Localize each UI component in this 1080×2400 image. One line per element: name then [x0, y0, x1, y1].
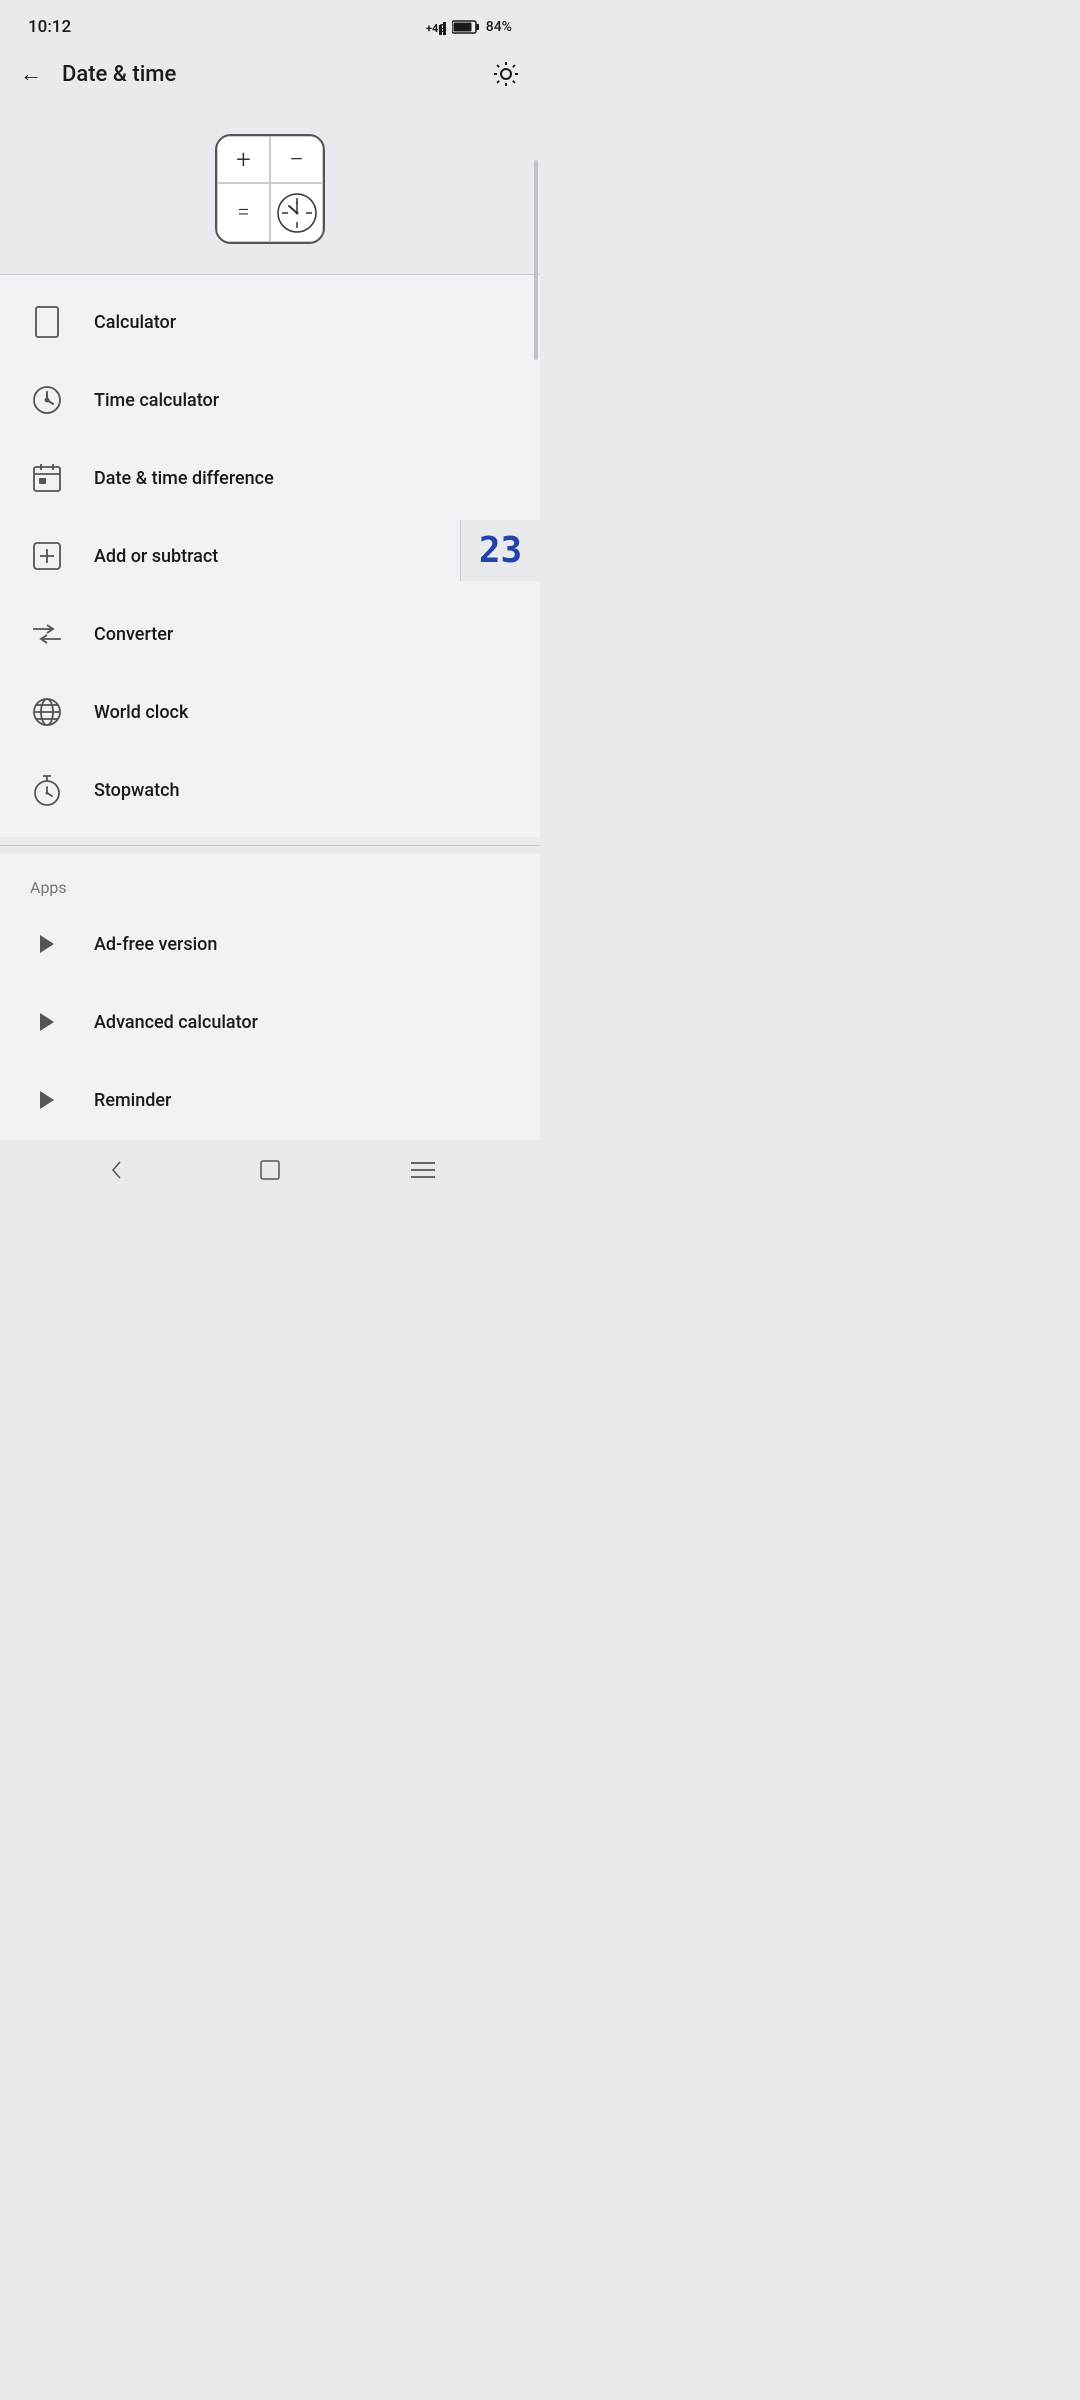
apps-section: Apps Ad-free version Advanced calculator… — [0, 854, 540, 1147]
stopwatch-icon — [30, 773, 64, 807]
menu-item-time-calculator[interactable]: Time calculator — [0, 361, 540, 439]
calculator-icon — [30, 305, 64, 339]
svg-text:+4G: +4G — [426, 22, 446, 35]
stopwatch-label: Stopwatch — [94, 780, 179, 801]
world-clock-label: World clock — [94, 702, 188, 723]
date-time-diff-label: Date & time difference — [94, 468, 274, 489]
add-subtract-label: Add or subtract — [94, 546, 218, 567]
page-title: Date & time — [62, 62, 176, 87]
play-icon-reminder — [30, 1083, 64, 1117]
app-icon-area: + − = — [0, 104, 540, 274]
menu-item-date-time-diff[interactable]: Date & time difference — [0, 439, 540, 517]
world-clock-icon — [30, 695, 64, 729]
ad-free-label: Ad-free version — [94, 934, 217, 955]
right-panel-digit: 23 — [460, 520, 540, 581]
menu-item-world-clock[interactable]: World clock — [0, 673, 540, 751]
menu-list: Calculator Time calculator Date & time d… — [0, 275, 540, 837]
converter-icon — [30, 617, 64, 651]
icon-minus: − — [270, 136, 323, 183]
menu-item-converter[interactable]: Converter — [0, 595, 540, 673]
time-calculator-icon — [30, 383, 64, 417]
icon-equals: = — [217, 183, 270, 242]
advanced-calc-label: Advanced calculator — [94, 1012, 258, 1033]
battery-icon — [452, 19, 480, 35]
app-icon: + − = — [215, 134, 325, 244]
section-divider — [0, 845, 540, 846]
apps-item-reminder[interactable]: Reminder — [0, 1061, 540, 1139]
add-subtract-icon — [30, 539, 64, 573]
battery-percent: 84% — [486, 19, 512, 35]
calculator-label: Calculator — [94, 312, 176, 333]
status-time: 10:12 — [28, 17, 71, 37]
scrollbar[interactable] — [534, 160, 538, 360]
apps-item-ad-free[interactable]: Ad-free version — [0, 905, 540, 983]
menu-item-add-subtract[interactable]: Add or subtract — [0, 517, 540, 595]
nav-home-button[interactable] — [250, 1150, 290, 1190]
status-icons: +4G 84% — [426, 19, 512, 35]
settings-button[interactable] — [492, 60, 520, 88]
icon-clock — [270, 183, 323, 242]
play-triangle-3 — [40, 1091, 54, 1109]
play-icon-ad-free — [30, 927, 64, 961]
header: ← Date & time — [0, 50, 540, 104]
nav-menu-button[interactable] — [403, 1150, 443, 1190]
header-left: ← Date & time — [20, 61, 176, 87]
menu-item-stopwatch[interactable]: Stopwatch — [0, 751, 540, 829]
signal-icon: +4G — [426, 19, 446, 35]
bottom-nav — [0, 1140, 540, 1200]
back-button[interactable]: ← — [20, 61, 42, 87]
nav-back-button[interactable] — [97, 1150, 137, 1190]
icon-plus: + — [217, 136, 270, 183]
menu-item-calculator[interactable]: Calculator — [0, 283, 540, 361]
play-triangle — [40, 935, 54, 953]
converter-label: Converter — [94, 624, 173, 645]
status-bar: 10:12 +4G 84% — [0, 0, 540, 50]
time-calculator-label: Time calculator — [94, 390, 219, 411]
play-icon-advanced-calc — [30, 1005, 64, 1039]
play-triangle-2 — [40, 1013, 54, 1031]
apps-header: Apps — [0, 862, 540, 905]
reminder-label: Reminder — [94, 1090, 171, 1111]
apps-item-advanced-calc[interactable]: Advanced calculator — [0, 983, 540, 1061]
date-time-diff-icon — [30, 461, 64, 495]
